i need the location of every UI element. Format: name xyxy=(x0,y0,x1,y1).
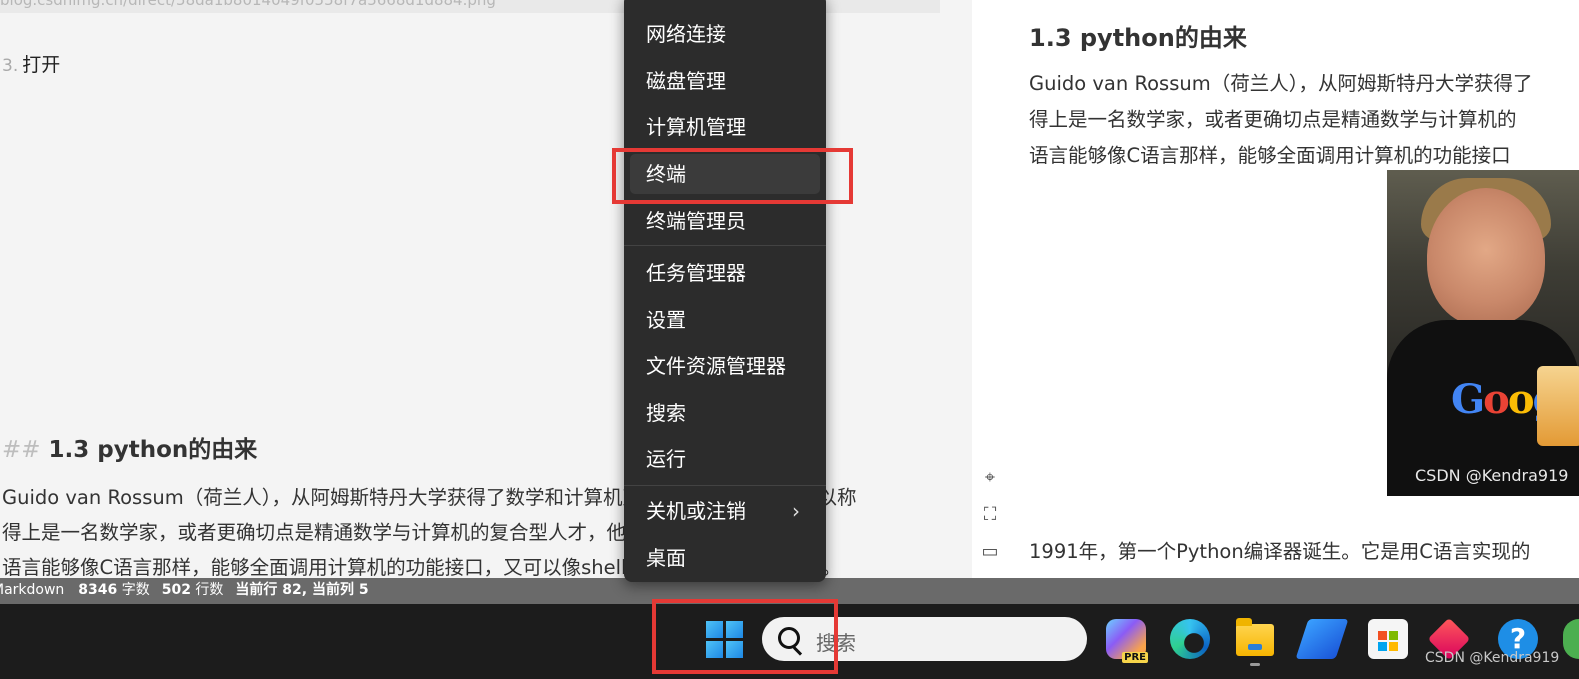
guido-photo: Goog CSDN @Kendra919 xyxy=(1387,170,1579,496)
green-app-icon[interactable] xyxy=(1563,619,1579,659)
preview-paragraph-line: 得上是一名数学家，或者更确切点是精通数学与计算机的 xyxy=(1029,108,1517,131)
running-indicator xyxy=(1250,663,1260,666)
typewriter-icon[interactable]: ▭ xyxy=(979,541,1001,563)
file-explorer-icon[interactable] xyxy=(1236,618,1274,656)
heading-text: 1.3 python的由来 xyxy=(48,437,258,463)
status-word-unit: 字数 xyxy=(121,582,150,598)
start-context-menu: 网络连接 磁盘管理 计算机管理 终端 终端管理员 任务管理器 设置 文件资源管理… xyxy=(624,0,826,582)
menu-item-disk-management[interactable]: 磁盘管理 xyxy=(630,61,820,101)
copilot-pre-badge: PRE xyxy=(1122,652,1148,663)
watermark: CSDN @Kendra919 xyxy=(1425,650,1560,666)
status-cursor: 当前行 82, 当前列 5 xyxy=(235,582,369,598)
preview-heading: 1.3 python的由来 xyxy=(1029,24,1247,52)
preview-paragraph: Guido van Rossum（荷兰人），从阿姆斯特丹大学获得了 得上是一名数… xyxy=(1029,66,1579,174)
status-word-count: 8346 xyxy=(78,582,118,598)
photo-watermark: CSDN @Kendra919 xyxy=(1415,466,1569,485)
logo-letter: o xyxy=(1507,376,1535,423)
focus-icon[interactable]: ⛶ xyxy=(979,504,1001,526)
menu-item-terminal-admin[interactable]: 终端管理员 xyxy=(630,201,820,241)
menu-item-run[interactable]: 运行 xyxy=(630,439,820,479)
list-item-text: 打开 xyxy=(22,54,61,76)
preview-paragraph-line: Guido van Rossum（荷兰人），从阿姆斯特丹大学获得了 xyxy=(1029,72,1533,95)
menu-item-shutdown-signout[interactable]: 关机或注销 › xyxy=(630,491,820,531)
photo-beer-glass xyxy=(1537,366,1579,446)
menu-item-desktop[interactable]: 桌面 xyxy=(630,538,820,578)
edge-icon[interactable] xyxy=(1170,619,1210,659)
menu-item-label: 关机或注销 xyxy=(646,499,746,523)
menu-item-file-explorer[interactable]: 文件资源管理器 xyxy=(630,346,820,386)
annotation-box-terminal xyxy=(612,148,853,204)
status-mode: Markdown xyxy=(0,582,65,598)
status-line-count: 502 xyxy=(161,582,191,598)
list-item-number: 3. xyxy=(2,56,19,76)
menu-item-settings[interactable]: 设置 xyxy=(630,300,820,340)
status-line-unit: 行数 xyxy=(195,582,224,598)
list-item: 3. 打开 xyxy=(2,50,60,77)
todo-icon[interactable] xyxy=(1295,619,1349,659)
markdown-preview-pane[interactable]: 1.3 python的由来 Guido van Rossum（荷兰人），从阿姆斯… xyxy=(972,0,1579,578)
logo-letter: o xyxy=(1483,376,1510,423)
annotation-box-start xyxy=(652,599,838,674)
preview-paragraph-line: 语言能够像C语言那样，能够全面调用计算机的功能接口 xyxy=(1029,144,1511,167)
image-url-text: blog.csdnimg.cn/direct/58da1b8014049f055… xyxy=(0,0,496,9)
logo-letter: G xyxy=(1451,376,1485,423)
menu-item-task-manager[interactable]: 任务管理器 xyxy=(630,253,820,293)
menu-item-network-connections[interactable]: 网络连接 xyxy=(630,14,820,54)
locate-icon[interactable]: ⌖ xyxy=(979,467,1001,489)
microsoft-store-icon[interactable] xyxy=(1368,619,1408,659)
copilot-icon[interactable]: PRE xyxy=(1106,619,1148,663)
preview-side-tools: ⌖ ⛶ ▭ xyxy=(979,467,1001,578)
preview-paragraph-2: 1991年，第一个Python编译器诞生。它是用C语言实现的 xyxy=(1029,540,1531,563)
heading-hash-marks: ## xyxy=(2,437,41,463)
markdown-heading: ## 1.3 python的由来 xyxy=(2,430,257,464)
menu-separator xyxy=(624,245,826,246)
menu-separator xyxy=(624,485,826,486)
chevron-right-icon: › xyxy=(792,499,800,523)
menu-item-search[interactable]: 搜索 xyxy=(630,393,820,433)
markdown-editor-pane[interactable]: blog.csdnimg.cn/direct/58da1b8014049f055… xyxy=(0,0,972,578)
photo-face xyxy=(1427,188,1545,326)
menu-item-computer-management[interactable]: 计算机管理 xyxy=(630,107,820,147)
